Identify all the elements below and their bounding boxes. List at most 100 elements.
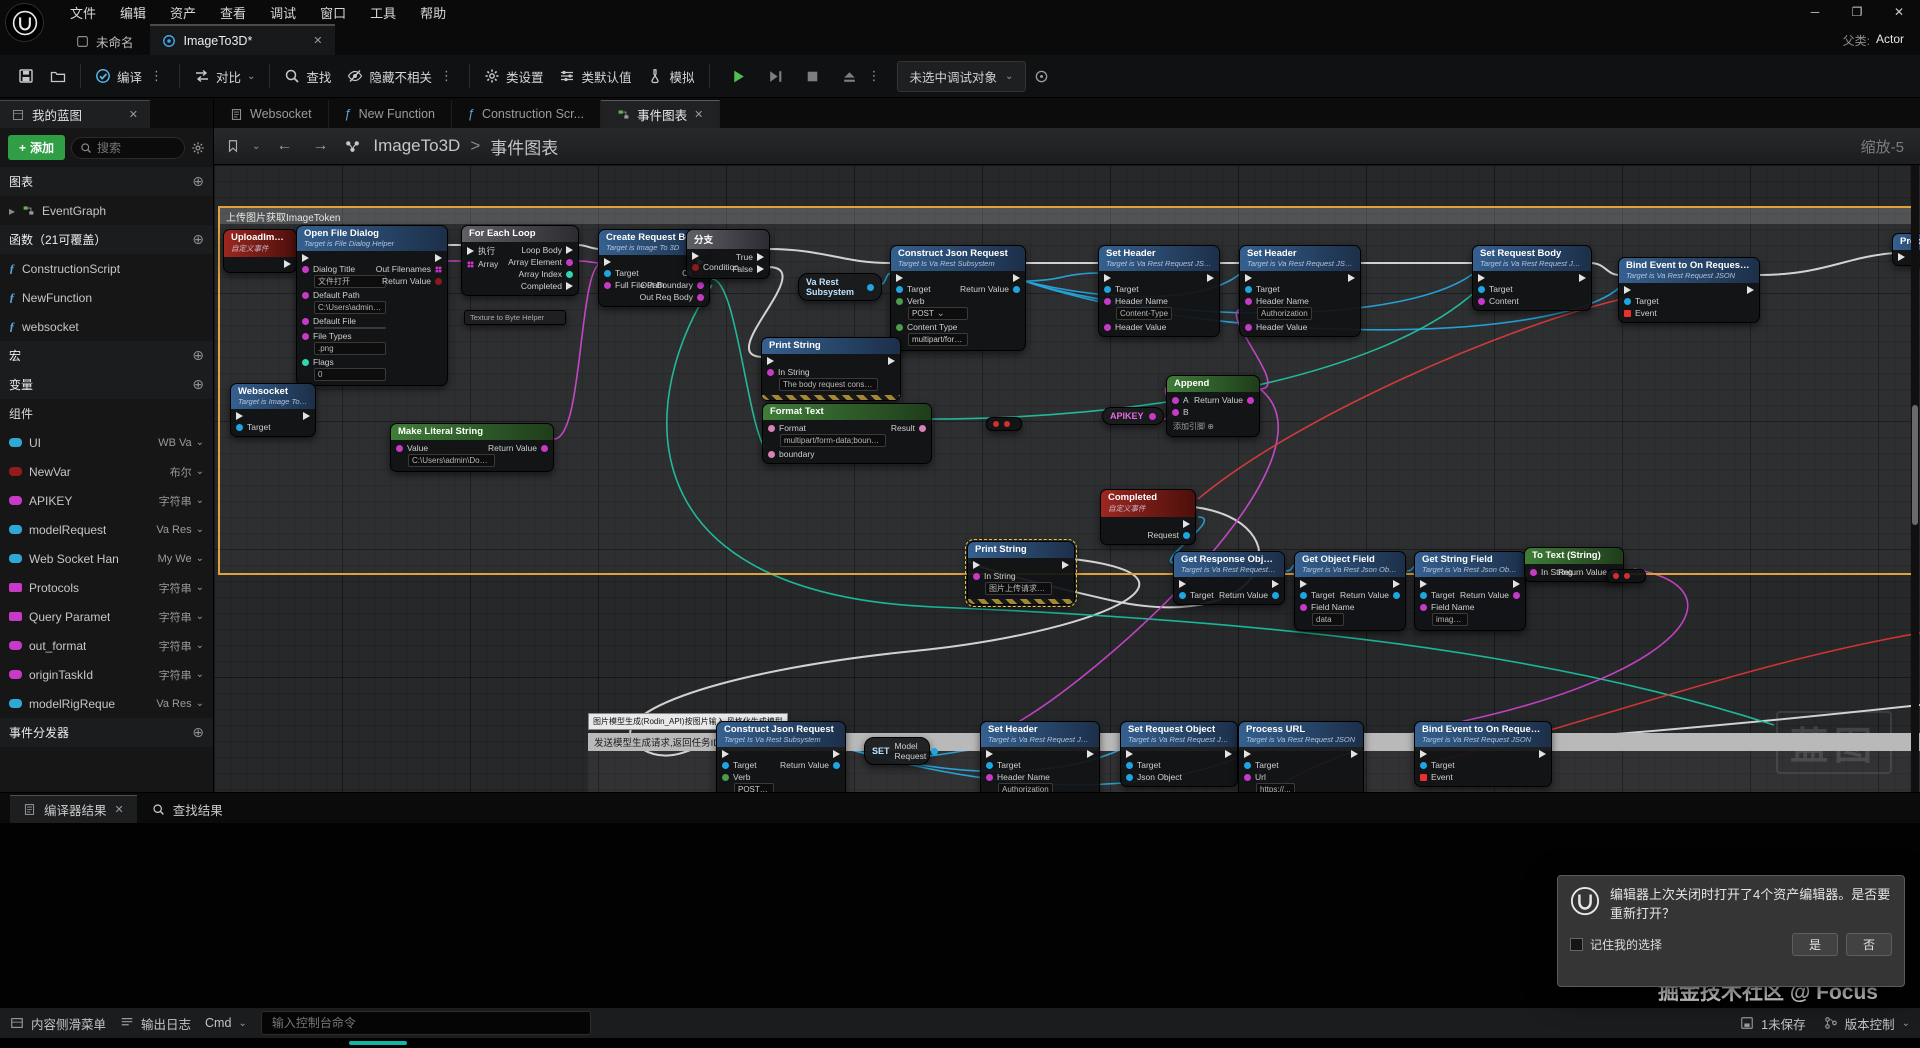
console-input[interactable] [272,1016,580,1030]
pin-json-object[interactable]: Json Object [1126,772,1182,782]
stop-button[interactable] [796,62,829,91]
node-texture-to-byte-helper[interactable]: Texture to Byte Helper [464,310,566,325]
pin-content[interactable]: Content [1478,296,1519,306]
pin-request[interactable]: Request [1147,530,1190,540]
pin-执行[interactable]: 执行 [467,245,498,257]
pin-return-value[interactable]: Return Value [382,276,442,286]
node-set-request-body[interactable]: Set Request BodyTarget is Va Rest Reques… [1472,245,1592,311]
pin-return-value[interactable]: Return Value [1340,590,1400,600]
pin-default-file[interactable]: Default File [302,316,386,329]
cmd-selector[interactable]: Cmd ⌄ [205,1016,247,1030]
breadcrumb-root[interactable]: ImageTo3D [373,136,460,156]
pin-header-value[interactable]: Header Value [1104,322,1172,332]
pin-exec[interactable] [1420,750,1455,758]
remember-checkbox[interactable] [1570,938,1583,951]
pin-array-element[interactable]: Array Element [508,257,573,267]
blueprint-graph-canvas[interactable]: 蓝图 上传图片获取ImageToken图片模型生成(Rodin_API)按图片输… [214,165,1920,792]
menu-item-1[interactable]: 编辑 [108,0,158,24]
pin-exec[interactable] [1300,580,1344,588]
pin-true[interactable]: True [736,252,764,262]
sidebar-row-out-format[interactable]: out_format字符串⌄ [0,631,213,660]
pin-exec[interactable] [1389,580,1400,588]
pin-target[interactable]: Target [604,268,649,278]
graph-vertical-scrollbar[interactable] [1911,165,1919,792]
add-button[interactable]: + 添加 [8,135,65,160]
pin-target[interactable]: Target [1420,760,1455,770]
pin-exec[interactable] [302,254,386,262]
pin-format[interactable]: Formatmultipart/form-data;boundary={boun… [768,423,886,447]
sidebar-row-组件[interactable]: 组件 [0,399,213,428]
pin-completed[interactable]: Completed [521,281,573,291]
sidebar-row-websocket[interactable]: ƒwebsocket [0,312,213,341]
pin-array[interactable]: Array [467,259,498,269]
pin-header-name[interactable]: Header NameContent-Type [1104,296,1172,320]
sidebar-row-modelrigreque[interactable]: modelRigRequeVa Res⌄ [0,689,213,718]
pin-field[interactable]: POST ⌄ [734,783,774,792]
pin-a[interactable]: A [1172,395,1188,405]
pin-exec[interactable] [1420,580,1468,588]
pin-verb[interactable]: VerbPOST ⌄ [896,296,968,320]
expander-icon[interactable]: ▸ [9,204,15,218]
sidebar-row-函数-21可覆盖-[interactable]: 函数（21可覆盖）⊕ [0,225,213,254]
pin-header-name[interactable]: Header NameAuthorization [1245,296,1312,320]
pin-return-value[interactable]: Return Value [488,443,548,453]
bottom-tab-编译器结果[interactable]: 编译器结果✕ [10,795,137,823]
pin-target[interactable]: Target [722,760,774,770]
add-section-icon[interactable]: ⊕ [192,376,204,393]
menu-item-0[interactable]: 文件 [58,0,108,24]
node-open-file-dialog[interactable]: Open File DialogTarget is File Dialog He… [296,225,448,386]
pin-return-value[interactable]: Return Value [1219,590,1279,600]
pin-header-value[interactable]: Header Value [1245,322,1312,332]
pin-exec[interactable] [973,561,1052,569]
graph-tab-事件图表[interactable]: 事件图表✕ [601,100,720,128]
bottom-tab-查找结果[interactable]: 查找结果 [139,795,236,823]
pin-event[interactable]: Event [1420,772,1455,782]
toolbar-browse-button[interactable] [42,62,74,90]
pin-value[interactable]: ValueC:\Users\admin\Downloads\cat.jpg [396,443,495,467]
pin-field[interactable]: 0 [314,368,386,381]
tab-close-icon[interactable]: ✕ [694,108,703,121]
sidebar-row-newvar[interactable]: NewVar布尔⌄ [0,457,213,486]
node-bind-event-2[interactable]: Bind Event to On Request CompleteTarget … [1414,721,1552,787]
toolbar-hide-button[interactable]: 隐藏不相关⋮ [339,61,463,92]
toolbar-save-button[interactable] [10,62,42,90]
pin-result[interactable]: Result [891,423,926,433]
pin-exec[interactable] [1347,750,1358,758]
pin-target[interactable]: Target [1179,590,1213,600]
pin-exec[interactable] [1509,580,1520,588]
pin-verb[interactable]: VerbPOST ⌄ [722,772,774,792]
pin-out-boundary[interactable]: Out Boundary [641,280,704,290]
no-button[interactable]: 否 [1846,933,1892,956]
parent-class-value[interactable]: Actor [1876,32,1904,49]
search-input[interactable] [97,141,176,155]
kebab-menu-icon[interactable]: ⋮ [148,68,165,84]
node-branch[interactable]: 分支ConditionTrueFalse [686,229,770,279]
node-process-url[interactable]: Process URLTarget is Va Rest Request JSO… [1238,721,1364,792]
pin-target[interactable]: Target [1478,284,1519,294]
node-set-header-1[interactable]: Set HeaderTarget is Va Rest Request JSON… [1098,245,1220,337]
pin-array-index[interactable]: Array Index [519,269,573,279]
pin-field[interactable] [314,327,386,329]
pin-field[interactable]: data [1312,613,1344,626]
pin-exec[interactable] [280,260,291,268]
pin-out-filenames[interactable]: Out Filenames [376,264,442,274]
sidebar-row-图表[interactable]: 图表⊕ [0,167,213,196]
pin-exec[interactable] [692,252,730,260]
pin-exec[interactable] [1245,274,1312,282]
node-format-text[interactable]: Format TextFormatmultipart/form-data;bou… [762,403,932,464]
add-section-icon[interactable]: ⊕ [192,231,204,248]
sidebar-row-web-socket-han[interactable]: Web Socket HanMy We⌄ [0,544,213,573]
pin-in-string[interactable]: In String图片上传请求已完成 [973,571,1052,595]
node-reroute-2[interactable] [1606,569,1646,583]
node-reroute-1[interactable] [986,417,1022,431]
pin-exec[interactable] [986,750,1053,758]
pin-target[interactable]: Target [1624,296,1659,306]
menu-item-4[interactable]: 调试 [258,0,308,24]
pin-return-value[interactable]: Return Value [1194,395,1254,405]
nav-back-icon[interactable]: ← [272,137,296,155]
node-set-model-request[interactable]: SETModel Request [864,737,930,765]
pin-exec[interactable] [1126,750,1182,758]
unsaved-indicator[interactable]: 1未保存 [1740,1014,1805,1033]
sidebar-row-变量[interactable]: 变量⊕ [0,370,213,399]
pin-target[interactable]: Target [1104,284,1172,294]
